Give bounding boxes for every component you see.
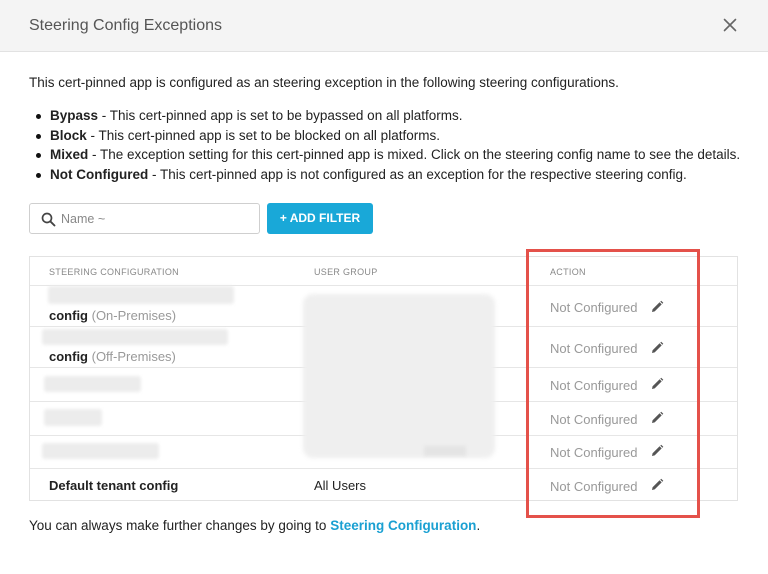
config-name-text: config (49, 308, 88, 323)
steering-configuration-link[interactable]: Steering Configuration (330, 518, 476, 533)
config-name[interactable]: config (On-Premises) (49, 308, 176, 323)
legend-desc: - This cert-pinned app is set to be bloc… (86, 127, 440, 143)
legend-list: Bypass - This cert-pinned app is set to … (36, 106, 740, 185)
legend-term: Not Configured (50, 167, 149, 183)
search-icon (41, 212, 56, 227)
redacted-text (42, 329, 228, 345)
column-header-config: STEERING CONFIGURATION (49, 267, 179, 277)
config-name-text: config (49, 349, 88, 364)
legend-item-bypass: Bypass - This cert-pinned app is set to … (36, 106, 740, 126)
redacted-text (44, 409, 102, 426)
redacted-text (48, 286, 234, 304)
search-input[interactable]: Name ~ (29, 203, 260, 234)
config-env: (On-Premises) (88, 308, 177, 323)
config-name[interactable]: Default tenant config (49, 478, 178, 493)
legend-item-mixed: Mixed - The exception setting for this c… (36, 145, 740, 165)
legend-term: Mixed (50, 147, 89, 163)
action-column-highlight (526, 249, 700, 518)
legend-item-block: Block - This cert-pinned app is set to b… (36, 126, 740, 146)
add-filter-button[interactable]: + ADD FILTER (267, 203, 373, 234)
footer-end: . (476, 518, 481, 533)
config-name[interactable]: config (Off-Premises) (49, 349, 176, 364)
user-group: All Users (314, 478, 367, 493)
dialog-header: Steering Config Exceptions (0, 0, 768, 52)
column-header-group: USER GROUP (314, 267, 378, 277)
config-name-text: Default tenant config (49, 478, 179, 493)
legend-desc: - This cert-pinned app is set to be bypa… (98, 108, 463, 123)
legend-term: Bypass (50, 108, 99, 123)
config-env: (Off-Premises) (88, 349, 176, 364)
legend-desc: - The exception setting for this cert-pi… (88, 147, 741, 163)
legend-desc: - This cert-pinned app is not configured… (148, 167, 687, 183)
footer-text: You can always make further changes by g… (29, 518, 331, 533)
intro-text: This cert-pinned app is configured as an… (29, 75, 619, 90)
legend-term: Block (50, 127, 87, 143)
redacted-user-groups (303, 294, 495, 458)
redacted-text (42, 443, 159, 459)
legend-item-not-configured: Not Configured - This cert-pinned app is… (36, 165, 740, 185)
dialog-title: Steering Config Exceptions (29, 17, 222, 34)
search-placeholder: Name ~ (61, 212, 106, 226)
redacted-text (424, 446, 466, 456)
footer-note: You can always make further changes by g… (29, 518, 480, 533)
redacted-text (44, 376, 141, 392)
close-icon[interactable] (718, 13, 742, 37)
